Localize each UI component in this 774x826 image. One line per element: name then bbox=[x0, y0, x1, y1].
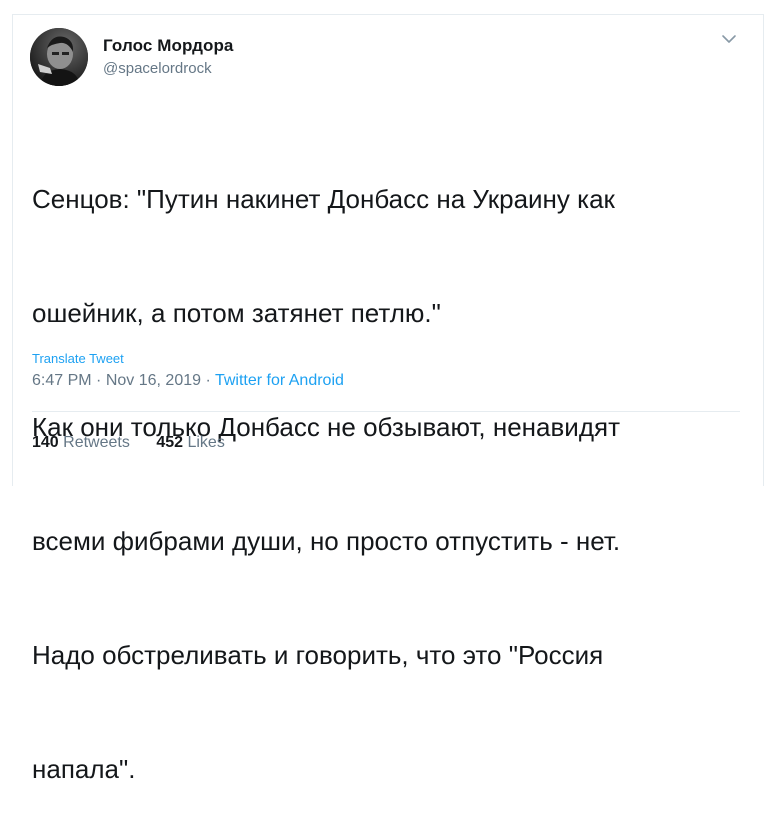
retweets-stat[interactable]: 140 Retweets bbox=[32, 434, 130, 452]
tweet-text-line: Надо обстреливать и говорить, что это "Р… bbox=[32, 640, 604, 670]
tweet-text-line: ошейник, а потом затянет петлю." bbox=[32, 298, 441, 328]
tweet-source-link[interactable]: Twitter for Android bbox=[215, 372, 344, 389]
tweet-metadata: 6:47 PM · Nov 16, 2019 · Twitter for And… bbox=[32, 372, 344, 390]
retweets-count: 140 bbox=[32, 434, 59, 451]
tweet-text-line: напала". bbox=[32, 754, 136, 784]
tweet-time[interactable]: 6:47 PM bbox=[32, 372, 92, 389]
likes-label: Likes bbox=[187, 434, 225, 451]
tweet-text-line: Сенцов: "Путин накинет Донбасс на Украин… bbox=[32, 184, 615, 214]
meta-separator: · bbox=[96, 372, 102, 389]
user-avatar-photo-icon bbox=[30, 28, 88, 86]
retweets-label: Retweets bbox=[63, 434, 130, 451]
display-name[interactable]: Голос Мордора bbox=[103, 36, 234, 56]
user-handle[interactable]: @spacelordrock bbox=[103, 60, 212, 77]
translate-tweet-link[interactable]: Translate Tweet bbox=[32, 351, 124, 366]
tweet-date[interactable]: Nov 16, 2019 bbox=[106, 372, 201, 389]
likes-count: 452 bbox=[156, 434, 184, 451]
meta-separator: · bbox=[205, 372, 211, 389]
divider bbox=[32, 411, 740, 412]
avatar[interactable] bbox=[30, 28, 88, 86]
tweet-text: Сенцов: "Путин накинет Донбасс на Украин… bbox=[32, 104, 732, 826]
tweet-stats: 140 Retweets 452 Likes bbox=[32, 434, 225, 452]
chevron-down-icon[interactable] bbox=[720, 32, 738, 46]
tweet-text-line: всеми фибрами души, но просто отпустить … bbox=[32, 526, 621, 556]
likes-stat[interactable]: 452 Likes bbox=[156, 434, 225, 452]
